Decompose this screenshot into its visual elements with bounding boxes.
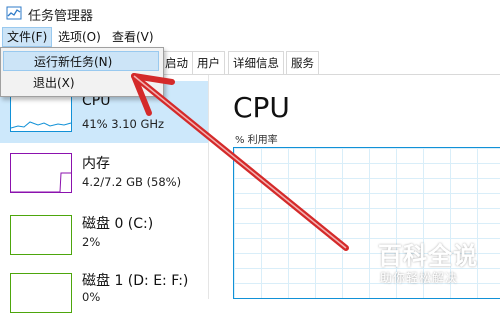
menu-item-exit[interactable]: 退出(X) (3, 73, 159, 93)
perf-item-disk-0[interactable]: 磁盘 0 (C:) 2% (0, 209, 208, 271)
watermark: 百科全说 助你轻松解决 (368, 236, 496, 296)
menu-view[interactable]: 查看(V) (108, 28, 158, 46)
detail-title: CPU (233, 91, 290, 124)
tab-details[interactable]: 详细信息 (228, 51, 284, 74)
watermark-subtitle: 助你轻松解决 (380, 271, 459, 285)
perf-item-disk-1[interactable]: 磁盘 1 (D: E: F:) 0% (0, 269, 208, 331)
menu-item-run-new-task[interactable]: 运行新任务(N) (3, 51, 159, 71)
menu-bar: 文件(F) 选项(O) 查看(V) (0, 26, 500, 48)
watermark-title: 百科全说 (378, 242, 478, 270)
disk1-thumbnail (10, 273, 72, 313)
menu-file[interactable]: 文件(F) (2, 27, 53, 47)
utilization-label: % 利用率 (235, 135, 278, 146)
task-manager-icon (6, 6, 22, 20)
perf-detail-memory: 4.2/7.2 GB (58%) (82, 175, 182, 189)
perf-name-disk-1: 磁盘 1 (D: E: F:) (82, 273, 189, 289)
perf-name-disk-0: 磁盘 0 (C:) (82, 216, 154, 232)
disk0-thumbnail (10, 215, 72, 255)
performance-sidebar: CPU 41% 3.10 GHz 内存 4.2/7.2 GB (58%) 磁盘 … (0, 75, 209, 313)
tab-users[interactable]: 用户 (192, 51, 225, 74)
menu-options[interactable]: 选项(O) (54, 28, 105, 46)
tab-startup[interactable]: 启动 (160, 51, 193, 74)
memory-thumbnail (10, 153, 72, 193)
perf-name-memory: 内存 (82, 156, 110, 172)
window-title: 任务管理器 (28, 9, 94, 24)
perf-detail-disk-1: 0% (82, 290, 101, 304)
perf-detail-disk-0: 2% (82, 235, 101, 249)
file-dropdown-menu: 运行新任务(N) 退出(X) (0, 47, 164, 97)
title-bar: 任务管理器 (0, 0, 500, 26)
perf-item-memory[interactable]: 内存 4.2/7.2 GB (58%) (0, 147, 208, 209)
perf-detail-cpu: 41% 3.10 GHz (82, 117, 165, 131)
cpu-thumbnail (10, 92, 72, 132)
tab-services[interactable]: 服务 (286, 51, 319, 74)
